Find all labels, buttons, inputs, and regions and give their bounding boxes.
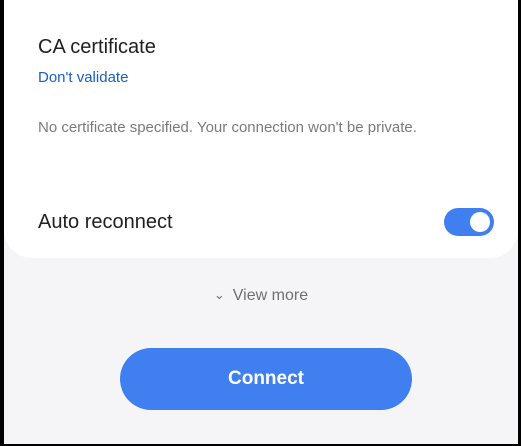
ca-certificate-value[interactable]: Don't validate bbox=[38, 69, 128, 86]
toggle-knob bbox=[470, 212, 490, 232]
ca-certificate-description: No certificate specified. Your connectio… bbox=[38, 119, 417, 136]
ca-certificate-title[interactable]: CA certificate bbox=[38, 36, 156, 59]
chevron-down-icon: ⌄ bbox=[213, 287, 225, 302]
auto-reconnect-row[interactable]: Auto reconnect bbox=[4, 198, 518, 246]
wifi-settings-screen: CA certificate Don't validate No certifi… bbox=[4, 0, 518, 446]
auto-reconnect-toggle[interactable] bbox=[444, 208, 494, 236]
view-more-button[interactable]: ⌄ View more bbox=[4, 287, 518, 305]
auto-reconnect-label: Auto reconnect bbox=[38, 211, 173, 233]
settings-card: CA certificate Don't validate No certifi… bbox=[4, 0, 518, 258]
view-more-label: View more bbox=[232, 287, 309, 304]
connect-button[interactable]: Connect bbox=[120, 348, 412, 410]
